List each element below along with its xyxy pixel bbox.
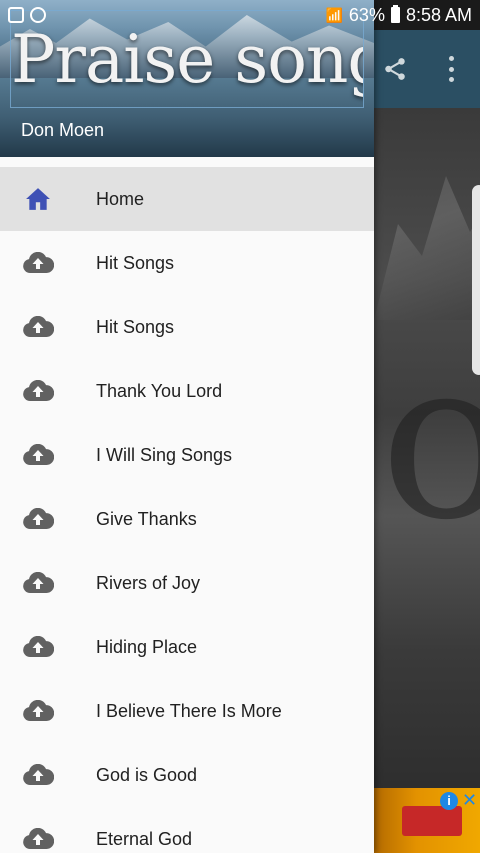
battery-icon bbox=[390, 5, 400, 23]
cloud-upload-icon bbox=[22, 635, 54, 659]
menu-item-song[interactable]: Give Thanks bbox=[0, 487, 374, 551]
whatsapp-notification-icon bbox=[30, 7, 46, 23]
cloud-upload-icon bbox=[22, 251, 54, 275]
menu-item-song[interactable]: God is Good bbox=[0, 743, 374, 807]
more-options-icon[interactable] bbox=[446, 56, 456, 82]
gallery-notification-icon bbox=[8, 7, 24, 23]
menu-item-label: Eternal God bbox=[96, 828, 193, 849]
cloud-upload-icon bbox=[22, 827, 54, 851]
menu-item-label: Hiding Place bbox=[96, 636, 198, 657]
menu-item-label: Hit Songs bbox=[96, 316, 175, 337]
menu-item-label: Hit Songs bbox=[96, 252, 175, 273]
cloud-upload-icon bbox=[22, 315, 54, 339]
menu-item-label: Give Thanks bbox=[96, 508, 197, 529]
menu-item-song[interactable]: Rivers of Joy bbox=[0, 551, 374, 615]
ad-info-icon[interactable]: i bbox=[440, 792, 458, 810]
header-subtitle: Don Moen bbox=[21, 120, 105, 140]
menu-item-label: Rivers of Joy bbox=[96, 572, 201, 593]
menu-item-song[interactable]: I Will Sing Songs bbox=[0, 423, 374, 487]
status-bar: 📶 63% 8:58 AM bbox=[0, 0, 480, 30]
menu-item-song[interactable]: Eternal God bbox=[0, 807, 374, 853]
cloud-upload-icon bbox=[22, 571, 54, 595]
menu-item-song[interactable]: Hiding Place bbox=[0, 615, 374, 679]
clock: 8:58 AM bbox=[405, 4, 472, 25]
cloud-upload-icon bbox=[22, 763, 54, 787]
menu-item-song[interactable]: Hit Songs bbox=[0, 231, 374, 295]
menu-item-label: I Will Sing Songs bbox=[96, 444, 233, 465]
menu-item-label: Home bbox=[96, 188, 145, 209]
cloud-upload-icon bbox=[22, 443, 54, 467]
cloud-upload-icon bbox=[22, 507, 54, 531]
cloud-upload-icon bbox=[22, 379, 54, 403]
ad-logo bbox=[402, 806, 462, 836]
wifi-icon: 📶 bbox=[325, 6, 343, 23]
battery-level: 63% bbox=[348, 4, 385, 25]
menu-item-label: God is Good bbox=[96, 764, 198, 785]
content-watermark-text: om bbox=[380, 312, 480, 568]
share-icon[interactable] bbox=[382, 56, 408, 82]
cloud-upload-icon bbox=[22, 699, 54, 723]
ad-close-icon[interactable]: ✕ bbox=[462, 790, 478, 810]
drawer-menu: Home Hit Songs Hit Songs Thank You Lord … bbox=[0, 167, 374, 853]
menu-item-home[interactable]: Home bbox=[0, 167, 374, 231]
menu-item-label: I Believe There Is More bbox=[96, 700, 282, 721]
menu-item-song[interactable]: Thank You Lord bbox=[0, 359, 374, 423]
menu-item-song[interactable]: Hit Songs bbox=[0, 295, 374, 359]
navigation-drawer: Praise songs Don Moen Home Hit Songs Hit… bbox=[0, 0, 374, 853]
side-handle[interactable] bbox=[472, 185, 480, 375]
menu-item-song[interactable]: I Believe There Is More bbox=[0, 679, 374, 743]
home-icon bbox=[22, 187, 54, 211]
menu-item-label: Thank You Lord bbox=[96, 380, 223, 401]
